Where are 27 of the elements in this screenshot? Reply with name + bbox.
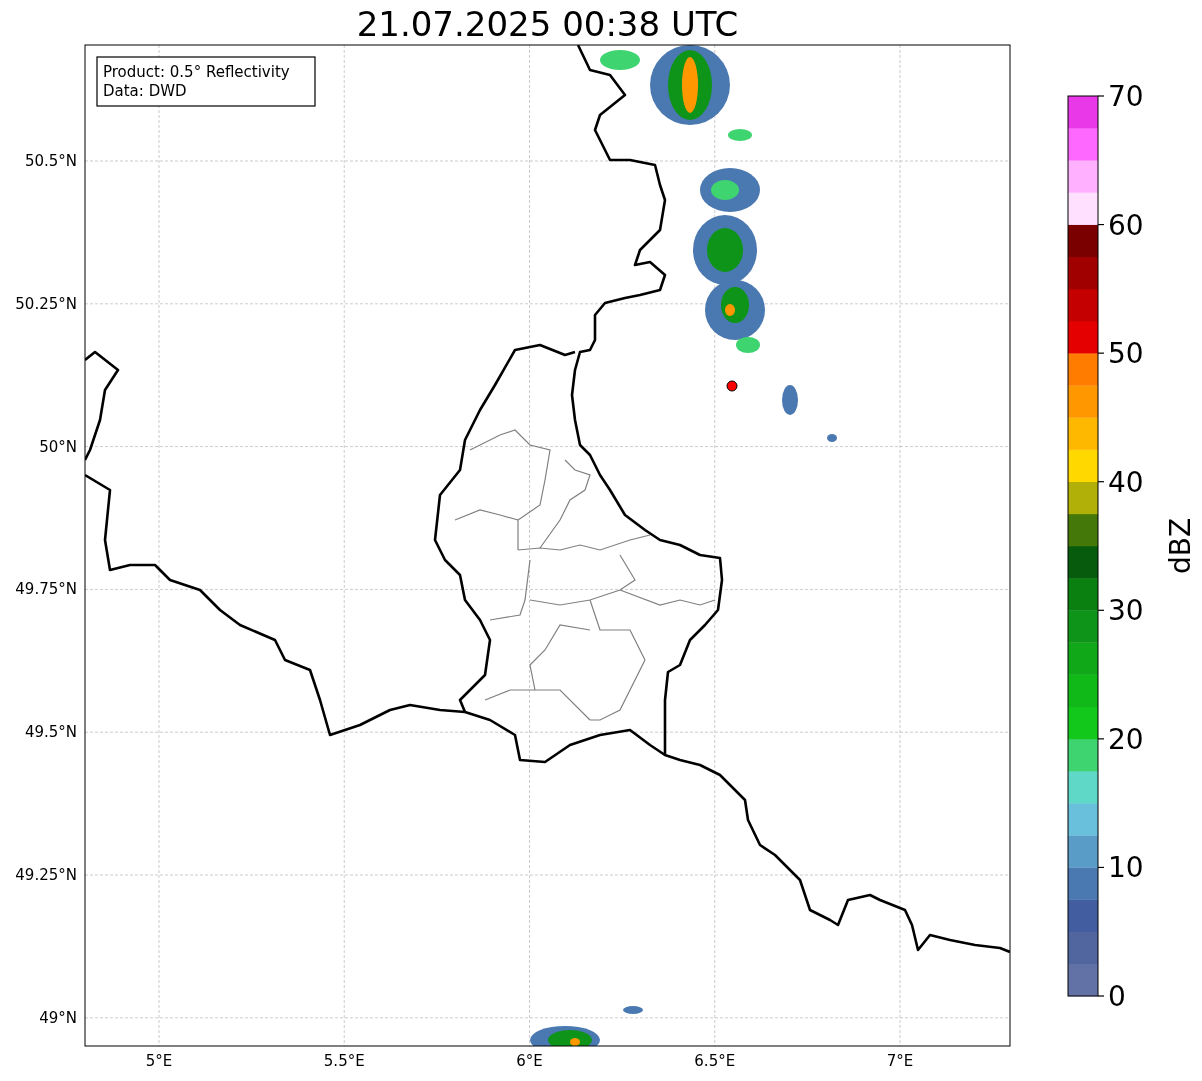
longitude-label: 6°E (516, 1052, 543, 1070)
colorbar-tick-label: 50 (1108, 337, 1144, 371)
colorbar-tick-label: 20 (1108, 722, 1144, 756)
longitude-label: 7°E (886, 1052, 914, 1070)
longitude-label: 6.5°E (694, 1052, 736, 1070)
radar-echo (782, 385, 837, 442)
latitude-label: 49.25°N (15, 866, 77, 884)
colorbar-tick-label: 60 (1108, 208, 1144, 242)
colorbar-tick-label: 10 (1108, 851, 1144, 885)
longitude-label: 5°E (145, 1052, 173, 1070)
info-text: Product: 0.5° Reflectivity (103, 63, 290, 81)
colorbar-tick-label: 0 (1108, 980, 1126, 1013)
radar-echo (700, 168, 760, 212)
latitude-label: 49.5°N (24, 723, 77, 742)
colorbar-tick-label: 30 (1108, 594, 1144, 628)
latitude-label: 49.75°N (15, 580, 77, 599)
latitude-label: 50°N (39, 437, 77, 456)
colorbar-tick-label: 40 (1108, 465, 1144, 499)
latitude-label: 50.5°N (24, 152, 77, 170)
radar-site-marker (726, 380, 738, 392)
colorbar-tick-label: 70 (1108, 80, 1144, 113)
longitude-label: 5.5°E (323, 1052, 365, 1070)
latitude-label: 49°N (39, 1008, 77, 1027)
info-text: Data: DWD (103, 82, 187, 100)
latitude-label: 50.25°N (15, 294, 77, 313)
colorbar-label: dBZ (1164, 517, 1197, 575)
chart-title: 21.07.2025 00:38 UTC (356, 4, 739, 44)
